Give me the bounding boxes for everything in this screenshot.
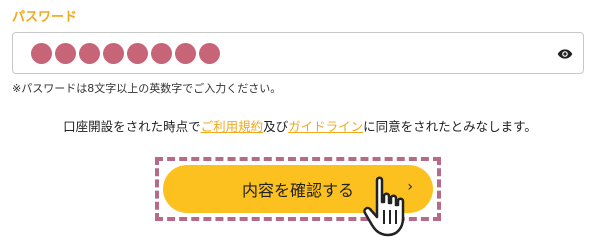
password-mask-dot <box>175 43 196 64</box>
password-label: パスワード <box>12 10 78 25</box>
agreement-text: 口座開設をされた時点でご利用規約及びガイドラインに同意をされたとみなします。 <box>0 116 600 135</box>
password-mask-dot <box>31 43 52 64</box>
terms-link[interactable]: ご利用規約 <box>201 119 264 134</box>
agreement-prefix: 口座開設をされた時点で <box>63 119 201 134</box>
password-mask-dot <box>79 43 100 64</box>
agreement-suffix: に同意をされたとみなします。 <box>363 119 537 134</box>
guideline-link[interactable]: ガイドライン <box>288 119 363 134</box>
password-mask <box>31 43 220 64</box>
password-mask-dot <box>151 43 172 64</box>
password-mask-dot <box>199 43 220 64</box>
password-mask-dot <box>127 43 148 64</box>
agreement-connector: 及び <box>263 119 289 134</box>
password-hint: ※パスワードは8文字以上の英数字でご入力ください。 <box>12 82 282 95</box>
confirm-button-label: 内容を確認する <box>241 181 354 200</box>
eye-icon[interactable] <box>557 46 573 62</box>
password-mask-dot <box>55 43 76 64</box>
password-mask-dot <box>103 43 124 64</box>
hand-pointer-icon <box>363 176 405 237</box>
password-field[interactable] <box>12 32 584 74</box>
